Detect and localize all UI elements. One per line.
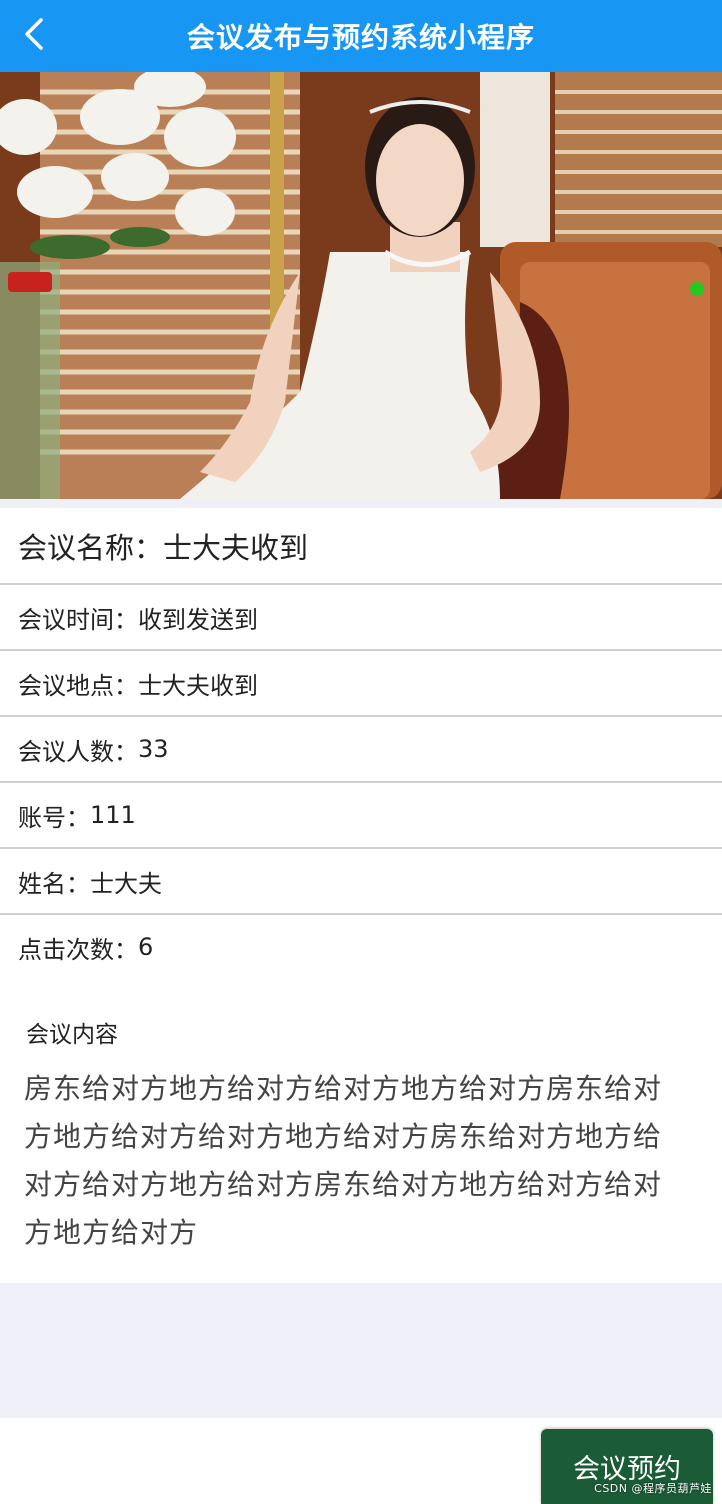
meeting-people-label: 会议人数： bbox=[18, 737, 138, 766]
account-row: 账号： 111 bbox=[0, 783, 722, 849]
click-count-value: 6 bbox=[138, 933, 154, 961]
username-row: 姓名： 士大夫 bbox=[0, 849, 722, 915]
meeting-people-row: 会议人数： 33 bbox=[0, 717, 722, 783]
username-value: 士大夫 bbox=[90, 869, 162, 898]
username-label: 姓名： bbox=[18, 869, 90, 898]
meeting-people-value: 33 bbox=[138, 735, 169, 763]
meeting-name-label: 会议名称： bbox=[18, 530, 164, 565]
meeting-name-row: 会议名称： 士大夫收到 bbox=[0, 508, 722, 585]
meeting-info-list: 会议名称： 士大夫收到 会议时间： 收到发送到 会议地点： 士大夫收到 会议人数： 33… bbox=[0, 508, 722, 981]
click-count-row: 点击次数： 6 bbox=[0, 915, 722, 981]
meeting-location-value: 士大夫收到 bbox=[138, 671, 258, 700]
meeting-time-row: 会议时间： 收到发送到 bbox=[0, 585, 722, 651]
content-body: 房东给对方地方给对方给对方地方给对方房东给对方地方给对方给对方地方给对方房东给对… bbox=[24, 1072, 663, 1249]
back-button[interactable] bbox=[14, 14, 54, 54]
page-title: 会议发布与预约系统小程序 bbox=[186, 21, 535, 54]
meeting-photo bbox=[0, 72, 722, 499]
account-label: 账号： bbox=[18, 803, 90, 832]
meeting-location-label: 会议地点： bbox=[18, 671, 138, 700]
watermark: CSDN @程序员葫芦娃 bbox=[594, 1482, 712, 1495]
meeting-name-value: 士大夫收到 bbox=[163, 530, 309, 565]
click-count-label: 点击次数： bbox=[18, 935, 138, 964]
meeting-time-label: 会议时间： bbox=[18, 605, 138, 634]
navigation-bar: 会议发布与预约系统小程序 bbox=[0, 0, 722, 72]
content-title: 会议内容 bbox=[26, 1022, 118, 1048]
chevron-left-icon bbox=[25, 18, 43, 50]
meeting-image bbox=[0, 72, 722, 499]
meeting-content-card: 会议内容 房东给对方地方给对方给对方地方给对方房东给对方地方给对方给对方地方给对… bbox=[0, 979, 722, 1283]
meeting-time-value: 收到发送到 bbox=[138, 605, 258, 634]
meeting-location-row: 会议地点： 士大夫收到 bbox=[0, 651, 722, 717]
account-value: 111 bbox=[90, 801, 136, 829]
